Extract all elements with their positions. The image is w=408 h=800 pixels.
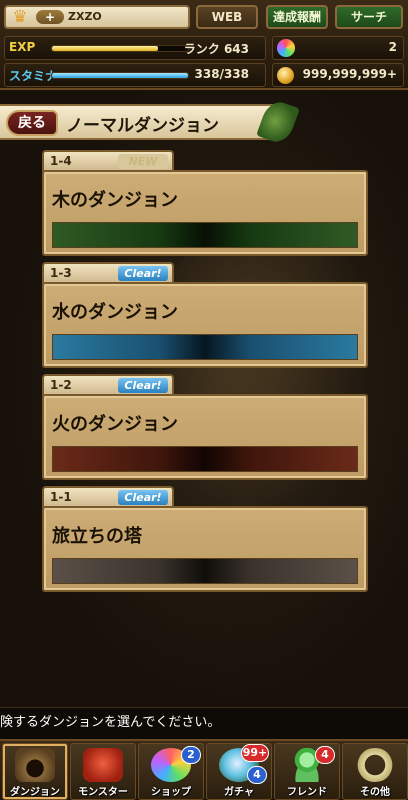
dungeon-name: 旅立ちの塔	[52, 526, 142, 547]
nav-label: ガチャ	[224, 787, 254, 798]
exp-meter: EXP ランク 643	[4, 36, 266, 60]
nav-gacha[interactable]: 99+ 4 ガチャ	[206, 743, 272, 800]
nav-label: その他	[360, 787, 390, 798]
title-bar: 戻る ノーマルダンジョン	[0, 104, 280, 140]
coin-counter: 999,999,999+	[272, 63, 404, 87]
coin-count: 999,999,999+	[302, 67, 397, 81]
message-bar: 険するダンジョンを選んでください。	[0, 707, 408, 739]
monster-icon	[83, 748, 123, 782]
crown-icon: ♛	[12, 7, 28, 27]
bottom-nav: ダンジョン モンスター 2 ショップ 99+ 4 ガチャ 4 フレンド その他	[0, 739, 408, 800]
dungeon-card[interactable]: 火のダンジョン	[42, 394, 368, 480]
exp-bar-fill	[52, 46, 159, 51]
dungeon-number: 1-2	[50, 378, 72, 392]
dungeon-number: 1-1	[50, 490, 72, 504]
nav-other[interactable]: その他	[342, 743, 408, 800]
gacha-badge: 99+	[241, 744, 269, 762]
nav-monster[interactable]: モンスター	[70, 743, 136, 800]
dungeon-entry-1-3[interactable]: 1-3 Clear! 水のダンジョン	[42, 262, 368, 368]
stamina-bar	[51, 72, 189, 79]
plus-badge: +	[36, 10, 64, 24]
search-button[interactable]: サーチ	[335, 5, 403, 29]
nav-label: ショップ	[151, 787, 191, 798]
rank-value: ランク 643	[183, 42, 249, 56]
gacha-badge-secondary: 4	[247, 766, 267, 784]
shop-badge: 2	[181, 746, 201, 764]
wood-banner	[52, 222, 358, 248]
stamina-label: スタミナ	[9, 69, 58, 83]
clear-badge: Clear!	[118, 490, 168, 505]
player-name: ZXZO	[68, 10, 102, 23]
web-button[interactable]: WEB	[196, 5, 258, 29]
nav-friend[interactable]: 4 フレンド	[274, 743, 340, 800]
dungeon-card[interactable]: 木のダンジョン	[42, 170, 368, 256]
clear-badge: Clear!	[118, 378, 168, 393]
magic-stone-counter[interactable]: 2	[272, 36, 404, 60]
water-banner	[52, 334, 358, 360]
dungeon-card[interactable]: 旅立ちの塔	[42, 506, 368, 592]
nav-label: ダンジョン	[10, 787, 60, 798]
dungeon-tab: 1-1 Clear!	[42, 486, 174, 508]
other-icon	[355, 748, 395, 782]
new-badge: NEW	[118, 154, 168, 169]
achievements-button[interactable]: 達成報酬	[266, 5, 328, 29]
dungeon-entry-1-4[interactable]: 1-4 NEW 木のダンジョン	[42, 150, 368, 256]
stamina-value: 338/338	[194, 67, 249, 81]
coin-icon	[277, 67, 294, 84]
player-info[interactable]: ♛ + ZXZO	[4, 5, 190, 29]
tower-banner	[52, 558, 358, 584]
nav-label: フレンド	[287, 787, 327, 798]
fire-banner	[52, 446, 358, 472]
dungeon-entry-1-2[interactable]: 1-2 Clear! 火のダンジョン	[42, 374, 368, 480]
dungeon-card[interactable]: 水のダンジョン	[42, 282, 368, 368]
friend-badge: 4	[315, 746, 335, 764]
status-header: ♛ + ZXZO WEB 達成報酬 サーチ EXP ランク 643 スタミナ 3…	[0, 0, 408, 90]
stamina-bar-fill	[52, 73, 188, 78]
magic-stone-count: 2	[388, 40, 397, 54]
dungeon-name: 水のダンジョン	[52, 302, 178, 323]
stamina-meter: スタミナ 338/338	[4, 63, 266, 87]
dungeon-name: 火のダンジョン	[52, 414, 178, 435]
exp-bar	[51, 45, 189, 52]
dungeon-entry-1-1[interactable]: 1-1 Clear! 旅立ちの塔	[42, 486, 368, 592]
dungeon-number: 1-3	[50, 266, 72, 280]
page-title: ノーマルダンジョン	[66, 116, 219, 136]
nav-dungeon[interactable]: ダンジョン	[2, 743, 68, 800]
dungeon-tab: 1-4 NEW	[42, 150, 174, 172]
exp-label: EXP	[9, 40, 36, 54]
dungeon-number: 1-4	[50, 154, 72, 168]
dungeon-tab: 1-3 Clear!	[42, 262, 174, 284]
message-text: 険するダンジョンを選んでください。	[0, 715, 221, 730]
dungeon-tab: 1-2 Clear!	[42, 374, 174, 396]
nav-label: モンスター	[78, 787, 128, 798]
dungeon-name: 木のダンジョン	[52, 190, 178, 211]
magic-stone-icon	[277, 39, 295, 57]
clear-badge: Clear!	[118, 266, 168, 281]
nav-shop[interactable]: 2 ショップ	[138, 743, 204, 800]
dungeon-icon	[15, 748, 55, 782]
back-button[interactable]: 戻る	[6, 110, 58, 136]
